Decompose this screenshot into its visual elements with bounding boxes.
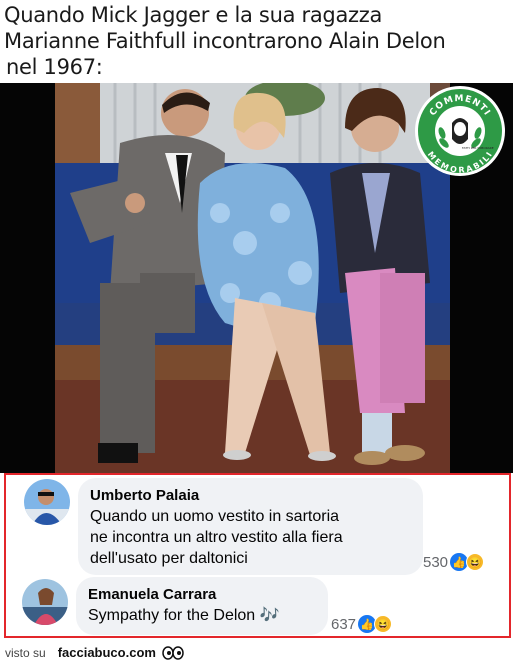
comment-author[interactable]: Emanuela Carrara (88, 585, 316, 605)
caption-line-1: Quando Mick Jagger e la sua ragazza (4, 3, 383, 27)
reaction-count: 530 (423, 553, 449, 571)
comment-2: Emanuela Carrara Sympathy for the Delon … (6, 577, 509, 637)
comment-author[interactable]: Umberto Palaia (90, 486, 411, 506)
footer-prefix: visto su (5, 645, 46, 660)
avatar-umberto[interactable] (24, 479, 70, 525)
avatar-emanuela[interactable] (22, 579, 68, 625)
caption-line-2: Marianne Faithfull incontrarono Alain De… (4, 29, 446, 53)
badge-small-text: FATTI PER DIMORARE (462, 146, 494, 150)
avatar-photo-icon (22, 579, 68, 625)
footer-site-link[interactable]: facciabuco.com (58, 645, 156, 660)
comment-text-line: Sympathy for the Delon 🎶 (88, 607, 280, 624)
reaction-summary[interactable]: 637 👍 😆 (331, 615, 393, 633)
commenti-memorabili-badge: COMMENTI MEMORABILI FATTI PER DIMORARE (414, 85, 506, 177)
haha-icon: 😆 (374, 615, 393, 633)
haha-icon: 😆 (466, 553, 485, 571)
comments-frame: Umberto Palaia Quando un uomo vestito in… (4, 473, 511, 638)
reaction-summary[interactable]: 530 👍 😆 (423, 553, 485, 571)
badge-logo-icon: COMMENTI MEMORABILI FATTI PER DIMORARE (415, 86, 505, 176)
comment-bubble: Umberto Palaia Quando un uomo vestito in… (78, 478, 423, 575)
eyes-logo-icon (162, 645, 184, 660)
meme-caption: Quando Mick Jagger e la sua ragazza Mari… (4, 2, 509, 80)
reaction-count: 637 (331, 615, 357, 633)
caption-line-3: nel 1967: (6, 55, 103, 79)
comment-text-line: ne incontra un altro vestito alla fiera (90, 529, 343, 546)
avatar-photo-icon (24, 479, 70, 525)
comment-1: Umberto Palaia Quando un uomo vestito in… (6, 475, 509, 575)
comment-text-line: Quando un uomo vestito in sartoria (90, 508, 340, 525)
comment-text-line: dell'usato per daltonici (90, 550, 248, 567)
comment-bubble: Emanuela Carrara Sympathy for the Delon … (76, 577, 328, 635)
watermark-footer: visto su facciabuco.com (0, 640, 513, 665)
